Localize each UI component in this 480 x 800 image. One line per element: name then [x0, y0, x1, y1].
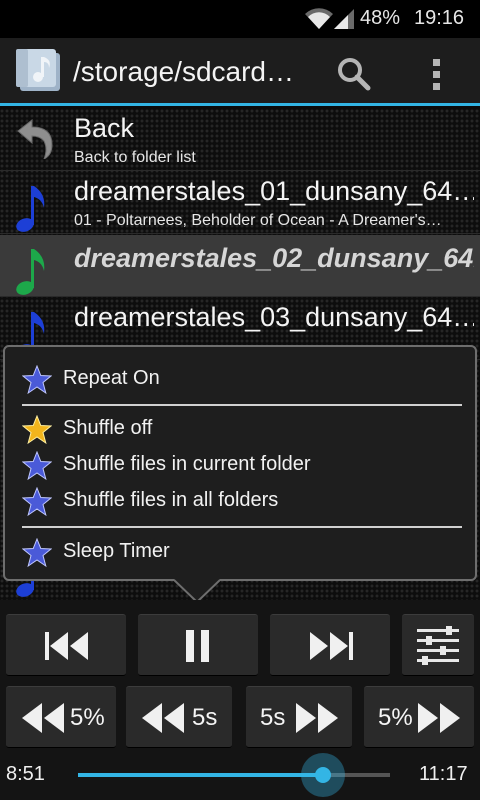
menu-item-label: Shuffle off: [63, 417, 153, 439]
list-item-title: dreamerstales_02_dunsany_64kb.m: [74, 243, 474, 273]
star-gold-icon: [22, 415, 52, 445]
seek-progress: [78, 773, 323, 777]
forward-5-percent-button[interactable]: 5%: [364, 686, 474, 748]
fast-forward-icon: [296, 703, 338, 733]
playback-options-menu: Repeat On Shuffle off Shuffle files in c…: [3, 345, 477, 581]
list-item-title: Back: [74, 113, 135, 143]
seek-bar[interactable]: [78, 753, 390, 797]
menu-item-shuffle-current-folder[interactable]: Shuffle files in current folder: [5, 447, 475, 483]
list-item-subtitle: 01 - Poltarnees, Beholder of Ocean - A D…: [74, 212, 442, 229]
list-item-back[interactable]: Back Back to folder list: [0, 109, 480, 171]
equalizer-icon: [417, 626, 459, 665]
star-blue-icon: [22, 487, 52, 517]
menu-item-sleep-timer[interactable]: Sleep Timer: [5, 534, 475, 570]
folder-path-title: /storage/sdcard…: [73, 56, 294, 87]
battery-percent: 48%: [360, 7, 401, 29]
star-blue-icon: [22, 365, 52, 395]
status-time: 19:16: [414, 7, 465, 29]
music-note-blue-icon: [16, 186, 45, 232]
rewind-icon: [22, 703, 64, 733]
rewind-icon: [142, 703, 184, 733]
list-item-title: dreamerstales_03_dunsany_64…: [74, 302, 474, 332]
menu-item-shuffle-off[interactable]: Shuffle off: [5, 411, 475, 447]
previous-track-button[interactable]: [6, 614, 126, 676]
star-blue-icon: [22, 451, 52, 481]
menu-divider: [22, 526, 462, 528]
pause-icon: [186, 630, 209, 662]
forward-percent-label: 5%: [378, 704, 413, 731]
wifi-icon: [305, 8, 333, 29]
list-item-title: dreamerstales_01_dunsany_64…: [74, 176, 474, 206]
menu-item-label: Shuffle files in all folders: [63, 489, 279, 511]
next-track-button[interactable]: [270, 614, 390, 676]
list-item-track-02-playing[interactable]: dreamerstales_02_dunsany_64kb.m: [0, 235, 480, 297]
music-note-green-icon: [16, 249, 45, 295]
list-item-track-01[interactable]: dreamerstales_01_dunsany_64… 01 - Poltar…: [0, 172, 480, 234]
back-arrow-icon: [17, 119, 53, 159]
rewind-percent-label: 5%: [70, 704, 105, 731]
equalizer-button[interactable]: [402, 614, 474, 676]
total-time: 11:17: [419, 763, 468, 785]
rewind-5-percent-button[interactable]: 5%: [6, 686, 116, 748]
menu-item-label: Repeat On: [63, 367, 160, 389]
next-track-icon: [310, 632, 353, 660]
star-blue-icon: [22, 538, 52, 568]
search-icon[interactable]: [336, 56, 372, 92]
action-bar: /storage/sdcard…: [0, 38, 480, 106]
forward-5-seconds-button[interactable]: 5s: [246, 686, 352, 748]
player-controls: 5% 5s 5s 5% 8:51 11:17: [0, 600, 480, 800]
overflow-menu-icon[interactable]: [431, 58, 443, 92]
rewind-seconds-label: 5s: [192, 704, 218, 731]
menu-item-label: Sleep Timer: [63, 540, 170, 562]
menu-item-shuffle-all-folders[interactable]: Shuffle files in all folders: [5, 483, 475, 519]
pause-button[interactable]: [138, 614, 258, 676]
seek-thumb[interactable]: [300, 753, 345, 797]
app-folder-music-icon[interactable]: [16, 49, 64, 95]
menu-item-repeat-on[interactable]: Repeat On: [5, 361, 475, 397]
menu-item-label: Shuffle files in current folder: [63, 453, 311, 475]
menu-divider: [22, 404, 462, 406]
status-bar: 48% 19:16: [0, 0, 480, 38]
rewind-5-seconds-button[interactable]: 5s: [126, 686, 232, 748]
signal-icon: [334, 9, 354, 29]
list-item-subtitle: Back to folder list: [74, 149, 196, 166]
fast-forward-icon: [418, 703, 460, 733]
forward-seconds-label: 5s: [260, 704, 286, 731]
elapsed-time: 8:51: [6, 763, 45, 785]
previous-track-icon: [45, 632, 88, 660]
